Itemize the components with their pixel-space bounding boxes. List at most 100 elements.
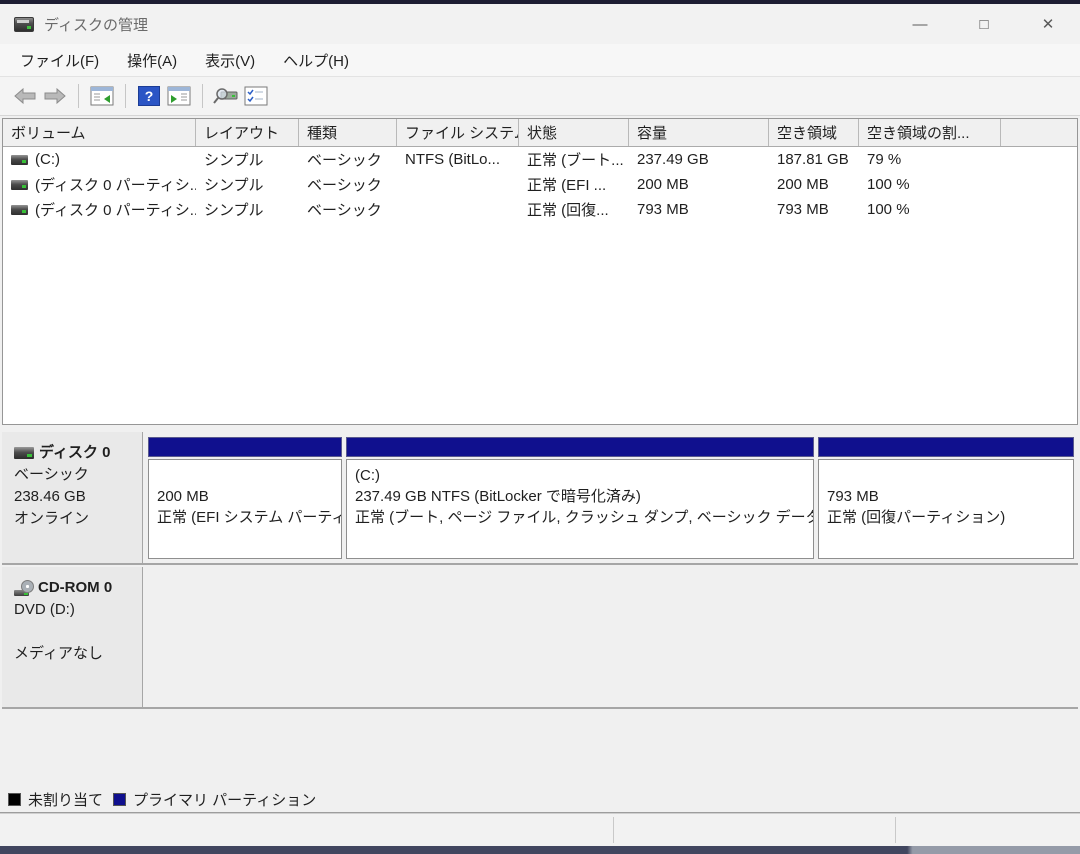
partition-color-bar (148, 437, 342, 457)
status-bar-separator (895, 817, 896, 843)
toolbar-separator (202, 84, 203, 108)
volume-free-percent: 100 % (867, 201, 910, 218)
volume-name: (C:) (35, 151, 60, 168)
toolbar-separator (125, 84, 126, 108)
disk0-type: ベーシック (14, 466, 89, 483)
menu-bar: ファイル(F) 操作(A) 表示(V) ヘルプ(H) (0, 44, 1080, 77)
cd-rom-icon (14, 580, 34, 596)
show-action-pane-icon[interactable] (164, 82, 194, 110)
cdrom-band: CD-ROM 0 DVD (D:) メディアなし (2, 567, 1078, 709)
volume-capacity: 237.49 GB (637, 151, 709, 168)
volume-drive-icon (11, 179, 28, 190)
partition-label (157, 465, 341, 486)
partition-color-bar (346, 437, 814, 457)
cdrom-label-panel[interactable]: CD-ROM 0 DVD (D:) メディアなし (2, 567, 143, 707)
header-status[interactable]: 状態 (519, 119, 629, 146)
disk0-size: 238.46 GB (14, 488, 86, 505)
partition-size: 793 MB (827, 488, 879, 505)
volume-free: 187.81 GB (777, 151, 849, 168)
partition-recovery[interactable]: 793 MB 正常 (回復パーティション) (818, 437, 1074, 559)
forward-icon[interactable] (40, 82, 70, 110)
volume-row-efi[interactable]: (ディスク 0 パーティシ... シンプル ベーシック 正常 (EFI ... … (3, 172, 1077, 197)
header-free-percent[interactable]: 空き領域の割... (859, 119, 1001, 146)
volume-type: ベーシック (307, 152, 382, 169)
help-icon[interactable]: ? (134, 82, 164, 110)
volume-layout: シンプル (204, 152, 264, 169)
partition-color-bar (818, 437, 1074, 457)
volume-capacity: 200 MB (637, 176, 689, 193)
volume-type: ベーシック (307, 177, 382, 194)
toolbar: ? (0, 77, 1080, 116)
unallocated-swatch-icon (8, 792, 21, 806)
legend-unallocated-label: 未割り当て (28, 791, 104, 809)
status-bar (0, 813, 1080, 846)
minimize-button[interactable]: — (888, 4, 952, 44)
screen-bottom-edge (0, 846, 1080, 854)
partition-efi[interactable]: 200 MB 正常 (EFI システム パーティ (148, 437, 342, 559)
menu-action[interactable]: 操作(A) (113, 44, 191, 76)
cdrom-drive-letter: DVD (D:) (14, 601, 75, 618)
disk0-status: オンライン (14, 510, 90, 527)
graphical-view: ディスク 0 ベーシック 238.46 GB オンライン 200 MB 正常 (… (0, 425, 1080, 786)
volume-filesystem: NTFS (BitLo... (405, 151, 501, 168)
volume-drive-icon (11, 204, 28, 215)
disk0-partitions: 200 MB 正常 (EFI システム パーティ (C:) 237.49 GB … (148, 437, 1074, 559)
legend-unallocated: 未割り当て (8, 789, 103, 810)
partition-label (827, 465, 1073, 486)
disk-magnifier-icon[interactable] (211, 82, 241, 110)
header-filesystem[interactable]: ファイル システム (397, 119, 519, 146)
window-controls: — □ ✕ (888, 4, 1080, 44)
partition-size: 237.49 GB NTFS (BitLocker で暗号化済み) (355, 488, 641, 505)
header-layout[interactable]: レイアウト (196, 119, 299, 146)
partition-status: 正常 (ブート, ページ ファイル, クラッシュ ダンプ, ベーシック データ … (355, 509, 813, 526)
header-free-space[interactable]: 空き領域 (769, 119, 859, 146)
maximize-button[interactable]: □ (952, 4, 1016, 44)
volume-status: 正常 (回復... (527, 202, 609, 219)
partition-c[interactable]: (C:) 237.49 GB NTFS (BitLocker で暗号化済み) 正… (346, 437, 814, 559)
volume-free-percent: 100 % (867, 176, 910, 193)
header-volume[interactable]: ボリューム (3, 119, 196, 146)
legend-primary-label: プライマリ パーティション (133, 791, 317, 809)
volume-name: (ディスク 0 パーティシ... (35, 177, 196, 194)
legend-primary-partition: プライマリ パーティション (113, 789, 316, 810)
header-blank (1001, 119, 1077, 146)
volume-capacity: 793 MB (637, 201, 689, 218)
header-type[interactable]: 種類 (299, 119, 397, 146)
partition-label: (C:) (355, 467, 380, 484)
back-icon[interactable] (10, 82, 40, 110)
partition-status: 正常 (EFI システム パーティ (157, 509, 341, 526)
volume-status: 正常 (EFI ... (527, 177, 607, 194)
disk0-band: ディスク 0 ベーシック 238.46 GB オンライン 200 MB 正常 (… (2, 432, 1078, 565)
partition-size: 200 MB (157, 488, 209, 505)
primary-partition-swatch-icon (113, 792, 127, 806)
volume-type: ベーシック (307, 202, 382, 219)
disk-management-window: { "window": { "title": "ディスクの管理", "contr… (0, 0, 1080, 854)
volume-layout: シンプル (204, 177, 264, 194)
volume-status: 正常 (ブート... (527, 152, 624, 169)
toolbar-separator (78, 84, 79, 108)
volume-list: ボリューム レイアウト 種類 ファイル システム 状態 容量 空き領域 空き領域… (2, 118, 1078, 425)
menu-view[interactable]: 表示(V) (191, 44, 269, 76)
cdrom-name: CD-ROM 0 (38, 579, 113, 596)
cdrom-media-status: メディアなし (14, 645, 103, 662)
legend-bar: 未割り当て プライマリ パーティション (0, 786, 1080, 813)
show-console-tree-icon[interactable] (87, 82, 117, 110)
menu-file[interactable]: ファイル(F) (6, 44, 113, 76)
volume-layout: シンプル (204, 202, 264, 219)
volume-free: 200 MB (777, 176, 829, 193)
properties-checklist-icon[interactable] (241, 82, 271, 110)
disk0-label-panel[interactable]: ディスク 0 ベーシック 238.46 GB オンライン (2, 432, 143, 563)
volume-free-percent: 79 % (867, 151, 902, 168)
volume-free: 793 MB (777, 201, 829, 218)
volume-table-header: ボリューム レイアウト 種類 ファイル システム 状態 容量 空き領域 空き領域… (3, 119, 1077, 147)
menu-help[interactable]: ヘルプ(H) (269, 44, 363, 76)
volume-row-recovery[interactable]: (ディスク 0 パーティシ... シンプル ベーシック 正常 (回復... 79… (3, 197, 1077, 222)
close-button[interactable]: ✕ (1016, 4, 1080, 44)
volume-drive-icon (11, 154, 28, 165)
header-capacity[interactable]: 容量 (629, 119, 769, 146)
title-bar: ディスクの管理 — □ ✕ (0, 4, 1080, 44)
volume-row-c[interactable]: (C:) シンプル ベーシック NTFS (BitLo... 正常 (ブート..… (3, 147, 1077, 172)
window-title: ディスクの管理 (44, 16, 148, 34)
disk-management-app-icon (14, 16, 34, 32)
